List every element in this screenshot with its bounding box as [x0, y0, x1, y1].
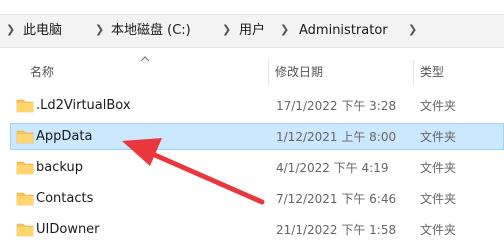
- chevron-right-icon[interactable]: ❯: [408, 23, 417, 37]
- file-date: 4/1/2022 下午 4:19: [276, 161, 389, 175]
- chevron-right-icon[interactable]: ❯: [6, 23, 15, 37]
- file-date: 21/1/2022 下午 1:58: [276, 223, 397, 237]
- column-header-type[interactable]: 类型: [420, 64, 444, 80]
- file-type: 文件夹: [420, 192, 457, 206]
- chevron-right-icon[interactable]: ❯: [280, 23, 289, 37]
- column-divider[interactable]: [413, 60, 414, 86]
- breadcrumb: ❯ 此电脑 ❯ 本地磁盘 (C:) ❯ 用户 ❯ Administrator ❯: [0, 14, 504, 48]
- list-item[interactable]: backup 4/1/2022 下午 4:19 文件夹: [10, 154, 504, 181]
- folder-icon: [16, 192, 34, 206]
- chevron-right-icon[interactable]: ❯: [222, 23, 231, 37]
- breadcrumb-users[interactable]: 用户: [239, 22, 265, 40]
- file-type: 文件夹: [420, 161, 457, 175]
- file-type: 文件夹: [420, 130, 457, 144]
- column-header-date[interactable]: 修改日期: [275, 64, 323, 80]
- file-type: 文件夹: [420, 99, 457, 113]
- file-name: backup: [36, 160, 83, 175]
- column-divider[interactable]: [268, 60, 269, 86]
- column-header-name[interactable]: 名称: [30, 64, 54, 80]
- file-date: 1/12/2021 上午 8:00: [276, 130, 397, 144]
- folder-icon: [16, 223, 34, 237]
- list-item[interactable]: .Ld2VirtualBox 17/1/2022 下午 3:28 文件夹: [10, 92, 504, 119]
- folder-icon: [16, 99, 34, 113]
- list-item-selected[interactable]: AppData 1/12/2021 上午 8:00 文件夹: [10, 123, 504, 150]
- file-name: UIDowner: [36, 222, 100, 237]
- breadcrumb-this-pc[interactable]: 此电脑: [23, 22, 62, 40]
- file-name: AppData: [36, 129, 93, 144]
- folder-icon: [16, 130, 34, 144]
- list-item[interactable]: Contacts 7/12/2021 下午 6:46 文件夹: [10, 185, 504, 212]
- chevron-right-icon[interactable]: ❯: [95, 23, 104, 37]
- file-name: .Ld2VirtualBox: [36, 98, 131, 113]
- file-date: 17/1/2022 下午 3:28: [276, 99, 397, 113]
- folder-icon: [16, 161, 34, 175]
- file-type: 文件夹: [420, 223, 457, 237]
- list-item[interactable]: UIDowner 21/1/2022 下午 1:58 文件夹: [10, 216, 504, 243]
- file-date: 7/12/2021 下午 6:46: [276, 192, 397, 206]
- file-name: Contacts: [36, 191, 94, 206]
- breadcrumb-local-disk[interactable]: 本地磁盘 (C:): [111, 22, 191, 40]
- breadcrumb-administrator[interactable]: Administrator: [299, 22, 388, 40]
- chevron-up-icon: [140, 56, 150, 62]
